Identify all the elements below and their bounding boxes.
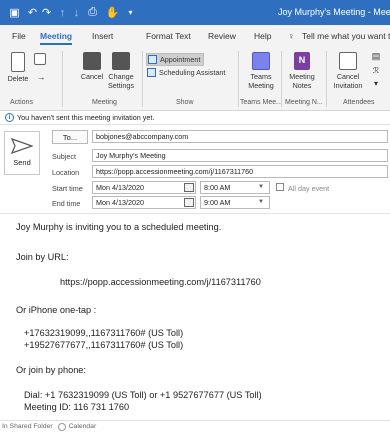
- location-field[interactable]: https://popp.accessionmeeting.com/j/1167…: [92, 165, 388, 178]
- subject-field[interactable]: Joy Murphy's Meeting: [92, 149, 388, 162]
- start-calendar-icon[interactable]: [184, 183, 194, 192]
- redo-icon[interactable]: ↷: [40, 6, 53, 19]
- check-names-icon[interactable]: ℛ: [369, 66, 383, 75]
- subject-label: Subject: [52, 152, 76, 161]
- all-day-label: All day event: [288, 184, 330, 193]
- body-iphone-line-2: +19527677677,,1167311760# (US Toll): [24, 340, 184, 350]
- divider: [0, 213, 390, 214]
- tell-me-search[interactable]: Tell me what you want t: [302, 31, 390, 41]
- title-bar: ▣ ↶ ↷ ↑ ↓ ⎙ ✋ ▾ Joy Murphy's Meeting - M…: [0, 0, 390, 25]
- location-label: Location: [52, 168, 80, 177]
- all-day-checkbox[interactable]: [276, 183, 284, 191]
- onenote-icon: N: [294, 52, 310, 70]
- tab-format-text[interactable]: Format Text: [146, 31, 191, 41]
- lightbulb-icon: ♀: [288, 31, 295, 41]
- to-button[interactable]: To...: [52, 130, 88, 144]
- group-meeting-label: Meeting: [92, 99, 117, 106]
- status-folder: In Shared Folder: [2, 423, 53, 430]
- body-phone-heading: Or join by phone:: [16, 365, 86, 375]
- tab-meeting[interactable]: Meeting: [40, 31, 73, 45]
- start-time-label: Start time: [52, 184, 83, 193]
- status-calendar[interactable]: Calendar: [69, 423, 97, 430]
- cancel-invitation-icon: [339, 52, 357, 70]
- info-icon: i: [5, 113, 14, 122]
- ribbon-tabs: File Meeting Insert Format Text Review H…: [0, 25, 390, 47]
- info-bar: i You haven't sent this meeting invitati…: [0, 111, 390, 125]
- scheduling-icon: [147, 68, 156, 77]
- group-show-label: Show: [176, 99, 194, 106]
- group-attendees-label: Attendees: [343, 99, 375, 106]
- tab-review[interactable]: Review: [208, 31, 236, 41]
- start-time-dropdown-icon[interactable]: ▼: [258, 184, 264, 190]
- down-icon[interactable]: ↓: [70, 6, 83, 19]
- customize-icon[interactable]: ▾: [124, 6, 137, 19]
- end-time-dropdown-icon[interactable]: ▼: [258, 199, 264, 205]
- cancel-invitation-button[interactable]: Cancel Invitation: [330, 52, 366, 90]
- end-date-field[interactable]: Mon 4/13/2020: [92, 196, 196, 209]
- teams-icon: [252, 52, 270, 70]
- meeting-notes-button[interactable]: N Meeting Notes: [285, 52, 319, 90]
- response-options-icon[interactable]: ▾: [369, 79, 383, 88]
- appointment-icon: [148, 55, 157, 64]
- touch-mode-icon[interactable]: ✋: [106, 6, 120, 19]
- to-field[interactable]: bobjones@abccompany.com: [92, 130, 388, 143]
- send-icon: [10, 137, 34, 155]
- end-calendar-icon[interactable]: [184, 198, 194, 207]
- group-meeting-notes-label: Meeting N...: [285, 99, 323, 106]
- info-message: You haven't sent this meeting invitation…: [17, 113, 155, 122]
- window-title: Joy Murphy's Meeting - Meetin: [278, 7, 390, 17]
- tab-insert[interactable]: Insert: [92, 31, 113, 41]
- settings-icon: [112, 52, 130, 70]
- body-intro: Joy Murphy is inviting you to a schedule…: [16, 222, 222, 232]
- body-iphone-line-1: +17632319099,,1167311760# (US Toll): [24, 328, 184, 338]
- group-actions-label: Actions: [10, 99, 33, 106]
- ribbon: Delete → Actions Cancel Change Settings …: [0, 47, 390, 111]
- appointment-button[interactable]: Appointment: [146, 53, 205, 66]
- forward-arrow-icon[interactable]: →: [32, 73, 50, 82]
- tab-file[interactable]: File: [12, 31, 26, 41]
- message-body[interactable]: Joy Murphy is inviting you to a schedule…: [16, 222, 386, 418]
- change-settings-button[interactable]: Change Settings: [104, 52, 138, 90]
- teams-meeting-button[interactable]: Teams Meeting: [244, 52, 278, 90]
- cancel-button[interactable]: Cancel: [78, 52, 106, 81]
- body-iphone-heading: Or iPhone one-tap :: [16, 305, 97, 315]
- send-button[interactable]: Send: [4, 131, 40, 175]
- status-bar: In Shared Folder Calendar: [0, 420, 390, 432]
- cancel-meeting-icon: [83, 52, 101, 70]
- save-icon[interactable]: ▣: [8, 6, 21, 19]
- group-teams-label: Teams Mee...: [240, 99, 283, 106]
- end-time-label: End time: [52, 199, 81, 208]
- forward-icon[interactable]: [33, 53, 47, 67]
- undo-icon[interactable]: ↶: [26, 6, 39, 19]
- address-book-icon[interactable]: ▤: [369, 52, 383, 61]
- print-icon[interactable]: ⎙: [86, 6, 99, 19]
- delete-button[interactable]: Delete: [6, 52, 30, 83]
- start-date-field[interactable]: Mon 4/13/2020: [92, 181, 196, 194]
- body-join-url-heading: Join by URL:: [16, 252, 69, 262]
- up-icon[interactable]: ↑: [56, 6, 69, 19]
- body-dial-line: Dial: +1 7632319099 (US Toll) or +1 9527…: [24, 390, 262, 400]
- send-area: Send: [0, 127, 48, 207]
- body-join-url-link[interactable]: https://popp.accessionmeeting.com/j/1167…: [60, 277, 261, 287]
- shared-folder-icon: [57, 422, 66, 431]
- scheduling-assistant-button[interactable]: Scheduling Assistant: [147, 68, 225, 77]
- body-meeting-id: Meeting ID: 116 731 1760: [24, 402, 130, 412]
- tab-help[interactable]: Help: [254, 31, 271, 41]
- trash-icon: [11, 52, 25, 72]
